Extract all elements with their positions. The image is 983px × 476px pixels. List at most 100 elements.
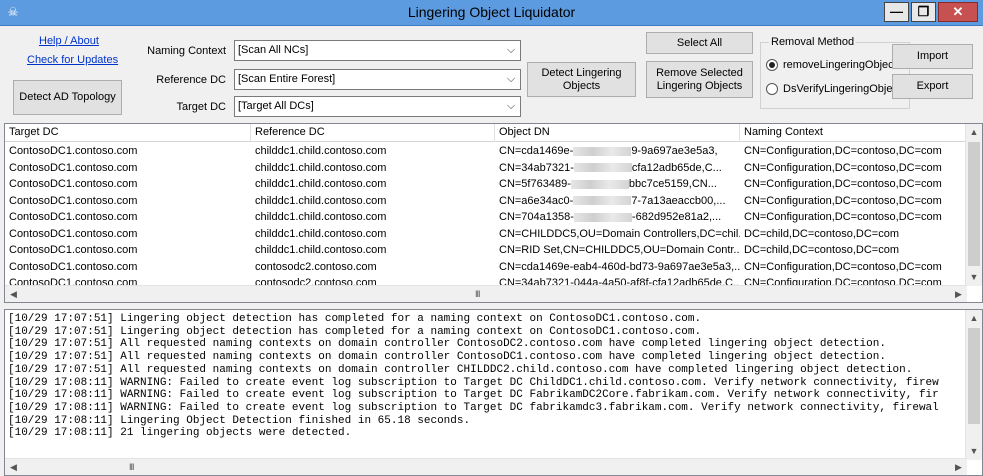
object-dn-text: 9-9a697ae3e5a3, [631, 145, 718, 157]
log-line: [10/29 17:08:11] WARNING: Failed to crea… [8, 389, 939, 402]
grid-horizontal-scrollbar[interactable]: ◀ III ▶ [5, 285, 967, 302]
cell-object-dn: CN=CHILDDC5,OU=Domain Controllers,DC=chi… [495, 226, 740, 243]
export-button[interactable]: Export [892, 74, 973, 99]
object-dn-text: CN=a6e34ac0- [499, 194, 574, 207]
chevron-down-icon: ⌵ [506, 44, 516, 56]
help-about-link[interactable]: Help / About [39, 35, 99, 47]
window-title: Lingering Object Liquidator [407, 4, 576, 20]
table-row[interactable]: ContosoDC1.contoso.com contosodc2.contoso… [5, 259, 967, 276]
target-dc-select[interactable]: [Target All DCs] ⌵ [234, 96, 521, 117]
log-line: [10/29 17:08:11] WARNING: Failed to crea… [8, 376, 939, 389]
cell-object-dn: CN=5f763489- bbc7ce5159,CN... [495, 176, 740, 193]
naming-context-label: Naming Context [147, 45, 226, 57]
column-header-target-dc[interactable]: Target DC [5, 124, 251, 142]
log-vertical-scrollbar[interactable]: ▲ ▼ [965, 310, 982, 460]
log-line: [10/29 17:08:11] 21 lingering objects we… [8, 427, 352, 440]
scroll-up-icon[interactable]: ▲ [966, 310, 982, 327]
column-header-naming-context[interactable]: Naming Context [740, 124, 967, 142]
object-dn-text: CN=704a1358- [499, 211, 574, 223]
scroll-thumb[interactable] [968, 142, 980, 266]
object-dn-text: CN=cda1469e- [499, 145, 574, 157]
scroll-thumb[interactable] [968, 328, 980, 424]
table-row[interactable]: ContosoDC1.contoso.com childdc1.child.con… [5, 176, 967, 193]
scroll-right-icon[interactable]: ▶ [950, 459, 967, 475]
redacted-segment [573, 146, 632, 156]
log-line: [10/29 17:08:11] Lingering Object Detect… [8, 414, 471, 427]
scroll-left-icon[interactable]: ◀ [5, 286, 22, 302]
log-output[interactable]: [10/29 17:07:51] Lingering object detect… [4, 309, 983, 476]
log-lines: [10/29 17:07:51] Lingering object detect… [8, 313, 966, 440]
cell-object-dn: CN=a6e34ac0- 7-7a13aeaccb00,... [495, 193, 740, 210]
cell-reference-dc: childdc1.child.contoso.com [255, 178, 387, 190]
column-header-reference-dc[interactable]: Reference DC [251, 124, 495, 142]
cell-naming-context: DC=child,DC=contoso,DC=com [744, 227, 899, 240]
select-all-button[interactable]: Select All [646, 32, 753, 54]
object-dn-text: -682d952e81a2,... [631, 211, 722, 223]
detect-lingering-button[interactable]: Detect Lingering Objects [527, 62, 636, 97]
chevron-down-icon: ⌵ [506, 100, 516, 112]
cell-object-dn: CN=704a1358- -682d952e81a2,... [495, 209, 740, 226]
radio-dsverify[interactable]: DsVerifyLingeringObjec [766, 83, 892, 95]
scroll-down-icon[interactable]: ▼ [966, 443, 982, 460]
table-row[interactable]: ContosoDC1.contoso.com childdc1.child.con… [5, 242, 967, 259]
scroll-left-icon[interactable]: ◀ [5, 459, 22, 475]
cell-naming-context: DC=child,DC=contoso,DC=com [744, 244, 899, 256]
log-horizontal-scrollbar[interactable]: ◀ III ▶ [5, 458, 967, 475]
redacted-segment [570, 179, 629, 189]
reference-dc-select[interactable]: [Scan Entire Forest] ⌵ [234, 69, 521, 90]
remove-selected-button[interactable]: Remove Selected Lingering Objects [646, 61, 753, 98]
log-line: [10/29 17:07:51] Lingering object detect… [8, 325, 702, 338]
grid-header: Target DC Reference DC Object DN Naming … [5, 124, 967, 142]
table-row[interactable]: ContosoDC1.contoso.com childdc1.child.con… [5, 193, 967, 210]
title-bar: ☠ Lingering Object Liquidator — ❐ ✕ [0, 0, 983, 26]
object-dn-text: CN=cda1469e-eab4-460d-bd73-9a697ae3e5a3,… [499, 260, 740, 273]
chevron-down-icon: ⌵ [506, 73, 516, 85]
log-line: [10/29 17:07:51] All requested naming co… [8, 363, 913, 376]
cell-target-dc: ContosoDC1.contoso.com [9, 178, 138, 190]
scroll-down-icon[interactable]: ▼ [966, 269, 982, 286]
reference-dc-value: [Scan Entire Forest] [238, 73, 336, 85]
cell-naming-context: CN=Configuration,DC=contoso,DC=com [744, 194, 942, 207]
radio-checked-icon [766, 59, 778, 71]
cell-reference-dc: childdc1.child.contoso.com [255, 244, 387, 256]
log-line: [10/29 17:08:11] WARNING: Failed to crea… [8, 401, 939, 414]
scroll-up-icon[interactable]: ▲ [966, 124, 982, 141]
naming-context-value: [Scan All NCs] [238, 44, 309, 56]
table-row[interactable]: ContosoDC1.contoso.com childdc1.child.con… [5, 209, 967, 226]
cell-object-dn: CN=RID Set,CN=CHILDDC5,OU=Domain Contr..… [495, 242, 740, 259]
cell-reference-dc: childdc1.child.contoso.com [255, 227, 387, 240]
import-button[interactable]: Import [892, 44, 973, 69]
cell-naming-context: CN=Configuration,DC=contoso,DC=com [744, 178, 942, 190]
column-header-object-dn[interactable]: Object DN [495, 124, 740, 142]
object-dn-text: CN=5f763489- [499, 178, 571, 190]
cell-reference-dc: childdc1.child.contoso.com [255, 161, 387, 174]
target-dc-label: Target DC [176, 101, 226, 113]
scroll-grip[interactable]: III [475, 289, 480, 299]
close-button[interactable]: ✕ [938, 2, 978, 22]
minimize-button[interactable]: — [884, 2, 909, 22]
maximize-button[interactable]: ❐ [911, 2, 936, 22]
cell-naming-context: CN=Configuration,DC=contoso,DC=com [744, 161, 942, 174]
cell-object-dn: CN=cda1469e-eab4-460d-bd73-9a697ae3e5a3,… [495, 259, 740, 276]
redacted-segment [573, 163, 632, 173]
table-row[interactable]: ContosoDC1.contoso.com childdc1.child.con… [5, 226, 967, 243]
radio-remove-lingering[interactable]: removeLingeringObject [766, 59, 892, 71]
table-row[interactable]: ContosoDC1.contoso.com childdc1.child.con… [5, 143, 967, 160]
table-row[interactable]: ContosoDC1.contoso.com childdc1.child.con… [5, 160, 967, 177]
results-grid[interactable]: Target DC Reference DC Object DN Naming … [4, 123, 983, 303]
grid-vertical-scrollbar[interactable]: ▲ ▼ [965, 124, 982, 286]
cell-target-dc: ContosoDC1.contoso.com [9, 211, 138, 223]
cell-reference-dc: childdc1.child.contoso.com [255, 145, 387, 157]
cell-reference-dc: contosodc2.contoso.com [255, 260, 377, 273]
cell-target-dc: ContosoDC1.contoso.com [9, 227, 138, 240]
cell-reference-dc: childdc1.child.contoso.com [255, 194, 387, 207]
naming-context-select[interactable]: [Scan All NCs] ⌵ [234, 40, 521, 61]
cell-naming-context: CN=Configuration,DC=contoso,DC=com [744, 145, 942, 157]
scroll-right-icon[interactable]: ▶ [950, 286, 967, 302]
detect-topology-button[interactable]: Detect AD Topology [13, 80, 122, 115]
radio-label: removeLingeringObject [783, 59, 892, 71]
check-updates-link[interactable]: Check for Updates [27, 54, 118, 66]
scroll-grip[interactable]: III [129, 462, 134, 472]
removal-method-group [760, 42, 910, 109]
object-dn-text: cfa12adb65de,C... [631, 161, 722, 174]
